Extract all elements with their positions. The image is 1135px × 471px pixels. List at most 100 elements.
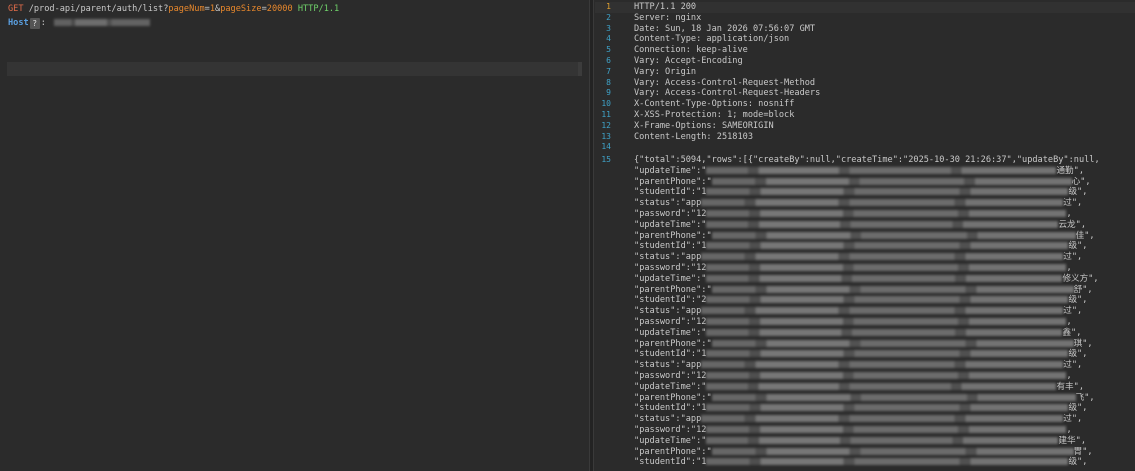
line-number: 4 [606, 34, 611, 44]
json-row-tail: 琪", [1073, 338, 1093, 349]
response-header-line: Vary: Access-Control-Request-Headers [634, 88, 821, 99]
json-row: "password":"12, [634, 371, 1129, 382]
json-row-tail: 修义方", [1062, 273, 1099, 284]
response-header-line: Server: nginx [634, 12, 702, 23]
json-row: "status":"app 过", [634, 198, 1129, 209]
json-row: "studentId":"1 级", [634, 241, 1129, 252]
json-row-tail: 心", [1071, 176, 1091, 187]
json-key-prefix: status":"app [639, 198, 702, 209]
json-key-prefix: password":"12 [639, 262, 707, 273]
json-row: "updateTime":" 鑫", [634, 328, 1129, 339]
json-row: "studentId":"1 级", [634, 403, 1129, 414]
json-row-tail: 有丰", [1056, 381, 1084, 392]
request-line[interactable]: GET /prod-api/parent/auth/list?pageNum=1… [8, 4, 339, 15]
json-key-prefix: studentId":"1 [639, 403, 707, 414]
redacted-value [706, 404, 1069, 412]
json-row: "password":"12, [634, 209, 1129, 220]
redacted-value [706, 436, 1059, 444]
response-header-line: Content-Type: application/json [634, 34, 790, 45]
redacted-value [711, 231, 1076, 239]
redacted-value [706, 296, 1069, 304]
json-row: "status":"app 过", [634, 360, 1129, 371]
horizontal-scrollbar[interactable] [578, 62, 582, 76]
json-key-prefix: studentId":"1 [639, 457, 707, 468]
redacted-value [701, 253, 1064, 261]
json-row: "status":"app 过", [634, 306, 1129, 317]
help-icon[interactable]: ? [29, 18, 40, 29]
json-row-tail: , [1066, 208, 1072, 219]
json-first-line: {"total":5094,"rows":[{"createBy":null,"… [634, 155, 1100, 165]
redacted-value [706, 371, 1067, 379]
host-colon: : [40, 18, 52, 28]
json-row: "parentPhone":" 琪", [634, 339, 1129, 350]
response-header-line: Vary: Access-Control-Request-Method [634, 77, 816, 88]
host-header-line[interactable]: Host?: [8, 18, 151, 29]
json-row: "updateTime":" 修义方", [634, 274, 1129, 285]
json-row: "parentPhone":" 心", [634, 177, 1129, 188]
request-editor[interactable]: GET /prod-api/parent/auth/list?pageNum=1… [0, 0, 588, 471]
response-viewer[interactable]: 1 2 3 4 5 6 7 8 9 10 11 12 13 14 15 HTTP/1.1 200 Server… [595, 0, 1135, 471]
redacted-value [706, 328, 1063, 336]
json-row: "parentPhone":" 飞", [634, 393, 1129, 404]
request-method: GET [8, 4, 24, 14]
json-row-tail: 级", [1068, 295, 1088, 306]
json-row: "password":"12, [634, 317, 1129, 328]
json-row-tail: 级", [1068, 349, 1088, 360]
json-key-prefix: updateTime":" [639, 435, 707, 446]
json-key-prefix: status":"app [639, 252, 702, 263]
line-number: 3 [606, 23, 611, 33]
response-header-line: Content-Length: 2518103 [634, 131, 753, 142]
response-header-line: Vary: Origin [634, 66, 697, 77]
param-pagesize-name: pageSize [220, 4, 262, 14]
json-row-tail: 过", [1063, 252, 1083, 263]
redacted-value [711, 393, 1076, 401]
json-row: "status":"app 过", [634, 252, 1129, 263]
line-number: 6 [606, 56, 611, 65]
response-header-line: Vary: Accept-Encoding [634, 56, 743, 66]
json-row-tail: 舒", [1073, 284, 1093, 295]
json-row-tail: , [1066, 316, 1072, 327]
line-number: 14 [601, 142, 611, 152]
json-key-prefix: parentPhone":" [639, 392, 712, 403]
json-row-tail: 级", [1068, 457, 1088, 468]
json-row: "updateTime":" 云龙", [634, 220, 1129, 231]
json-row: "parentPhone":" 胃", [634, 447, 1129, 458]
json-key-prefix: updateTime":" [639, 273, 707, 284]
json-row-tail: 建华", [1058, 435, 1086, 446]
json-key-prefix: studentId":"1 [639, 187, 707, 198]
json-row: "updateTime":" 通勤", [634, 166, 1129, 177]
request-path: /prod-api/parent/auth/list? [23, 4, 169, 14]
redacted-value [706, 317, 1067, 325]
line-number: 5 [606, 45, 611, 55]
json-key-prefix: parentPhone":" [639, 230, 712, 241]
redacted-value [701, 307, 1064, 315]
line-number: 2 [606, 12, 611, 22]
json-row-tail: 过", [1063, 360, 1083, 371]
redacted-value [701, 199, 1064, 207]
redacted-value [706, 220, 1059, 228]
line-number: 7 [606, 66, 611, 76]
json-key-prefix: parentPhone":" [639, 338, 712, 349]
json-row: "studentId":"1 级", [634, 187, 1129, 198]
response-header-line: Date: Sun, 18 Jan 2026 07:56:07 GMT [634, 23, 816, 34]
json-row-tail: 佳", [1075, 230, 1095, 241]
json-row: "updateTime":" 建华", [634, 436, 1129, 447]
json-key-prefix: studentId":"1 [639, 241, 707, 252]
json-row-tail: , [1066, 424, 1072, 435]
json-row: "studentId":"1 级", [634, 457, 1129, 468]
json-key-prefix: updateTime":" [639, 381, 707, 392]
redacted-value [711, 339, 1074, 347]
pane-divider[interactable] [589, 0, 594, 471]
redacted-value [706, 350, 1069, 358]
line-number: 9 [606, 88, 611, 98]
json-row-tail: , [1066, 370, 1072, 381]
json-key-prefix: updateTime":" [639, 327, 707, 338]
line-number: 1 [606, 2, 611, 11]
json-row: "password":"12, [634, 425, 1129, 436]
redacted-value [706, 209, 1067, 217]
redacted-value [706, 166, 1057, 174]
redacted-value [701, 361, 1064, 369]
line-number: 13 [601, 131, 611, 141]
response-header-line: Connection: keep-alive [634, 45, 748, 56]
response-header-line: X-XSS-Protection: 1; mode=block [634, 110, 795, 120]
